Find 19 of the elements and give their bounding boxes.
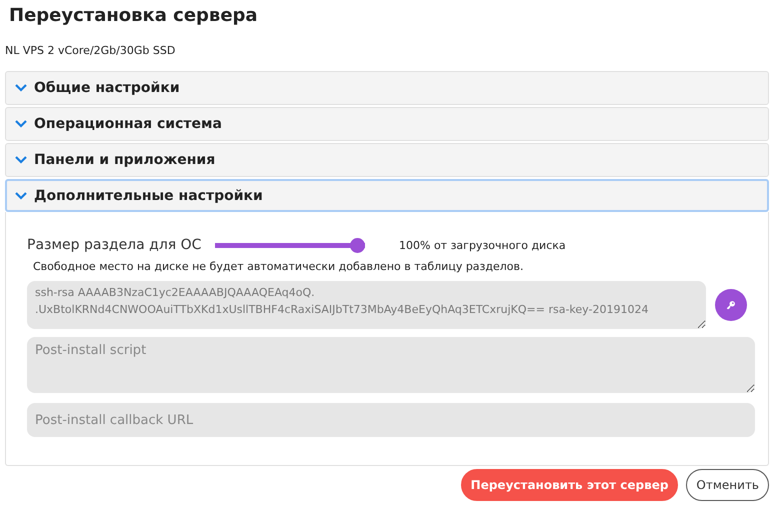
slider-reading: 100% от загрузочного диска xyxy=(399,238,566,252)
section-header[interactable]: Общие настройки xyxy=(5,71,769,105)
server-plan: NL VPS 2 vCore/2Gb/30Gb SSD xyxy=(5,44,176,59)
dialog-title: Переустановка сервера xyxy=(9,4,258,28)
chevron-down-icon xyxy=(14,83,28,93)
section-header[interactable]: Дополнительные настройки xyxy=(5,179,769,212)
cancel-button[interactable]: Отменить xyxy=(686,469,769,501)
chevron-down-icon xyxy=(14,190,28,200)
chevron-down-icon xyxy=(14,155,28,165)
chevron-down-icon xyxy=(14,119,28,129)
section-header[interactable]: Панели и приложения xyxy=(5,143,769,177)
script-field[interactable]: Post-install script xyxy=(27,337,755,393)
key-icon xyxy=(724,300,738,310)
key-button[interactable] xyxy=(715,289,747,321)
field-label: Размер раздела для ОС xyxy=(27,237,202,253)
ssh-key-field[interactable]: ssh-rsa AAAAB3NzaC1yc2EAAAABJQAAAQEAq4oQ. .UxBtolKRNd4CNWOOAuiTTbXKd1xUsllTBHF4cRaxiSAIJbTt73MbAy4BeEyQhAq3ETCxrujKQ== rsa-key-20191024 xyxy=(27,281,706,329)
hint-text: Свободное место на диске не будет автоматически добавлено в таблицу разделов. xyxy=(33,260,524,273)
url-field[interactable]: Post-install callback URL xyxy=(27,403,755,437)
section-header[interactable]: Операционная система xyxy=(5,107,769,141)
